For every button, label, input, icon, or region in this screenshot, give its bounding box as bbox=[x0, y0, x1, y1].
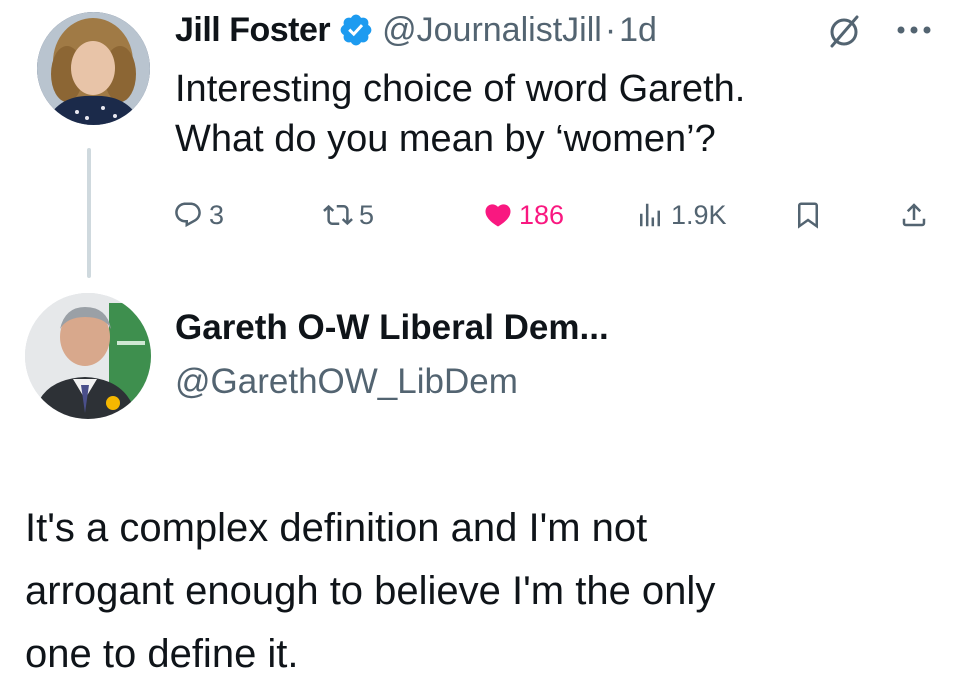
reply-tweet-text: It's a complex definition and I'm not ar… bbox=[25, 497, 925, 686]
heart-icon bbox=[483, 200, 513, 230]
views-count: 1.9K bbox=[671, 199, 727, 230]
reply-count: 3 bbox=[209, 199, 225, 230]
repost-count: 5 bbox=[359, 199, 375, 230]
reply-text-line: one to define it. bbox=[25, 632, 299, 676]
tweet-text-line: What do you mean by ‘women’? bbox=[175, 118, 716, 160]
bookmark-icon bbox=[793, 200, 823, 230]
bookmark-button[interactable] bbox=[793, 193, 823, 237]
repost-button[interactable]: 5 bbox=[323, 193, 374, 237]
grok-icon[interactable] bbox=[826, 14, 862, 50]
reply-button[interactable]: 3 bbox=[173, 193, 224, 237]
share-icon bbox=[899, 200, 929, 230]
verified-badge-icon bbox=[338, 12, 374, 48]
author-name[interactable]: Jill Foster bbox=[175, 11, 331, 50]
like-button[interactable]: 186 bbox=[483, 193, 564, 237]
reply-author-handle[interactable]: @GarethOW_LibDem bbox=[175, 362, 518, 402]
reply-text-line: It's a complex definition and I'm not bbox=[25, 506, 648, 550]
views-chart-icon bbox=[635, 200, 665, 230]
separator-dot: · bbox=[604, 10, 617, 49]
reply-text-line: arrogant enough to believe I'm the only bbox=[25, 569, 716, 613]
tweet-text-line: Interesting choice of word Gareth. bbox=[175, 68, 746, 110]
jill-foster-avatar[interactable] bbox=[37, 12, 150, 125]
author-handle[interactable]: @JournalistJill bbox=[382, 11, 602, 50]
repost-icon bbox=[323, 200, 353, 230]
more-options-icon[interactable] bbox=[893, 20, 935, 40]
share-button[interactable] bbox=[899, 193, 929, 237]
tweet-text: Interesting choice of word Gareth. What … bbox=[175, 64, 935, 164]
thread-connector-line bbox=[87, 148, 91, 278]
tweet-timestamp[interactable]: 1d bbox=[619, 11, 657, 50]
original-tweet[interactable]: Jill Foster @JournalistJill · 1d Interes… bbox=[0, 0, 959, 290]
reply-icon bbox=[173, 200, 203, 230]
reply-author-name[interactable]: Gareth O-W Liberal Dem... bbox=[175, 308, 609, 348]
views-button[interactable]: 1.9K bbox=[635, 193, 727, 237]
tweet-action-bar: 3 5 186 1.9K bbox=[173, 193, 943, 237]
tweet-header: Jill Foster @JournalistJill · 1d bbox=[175, 4, 657, 56]
like-count: 186 bbox=[519, 199, 565, 230]
gareth-avatar[interactable] bbox=[25, 293, 151, 419]
